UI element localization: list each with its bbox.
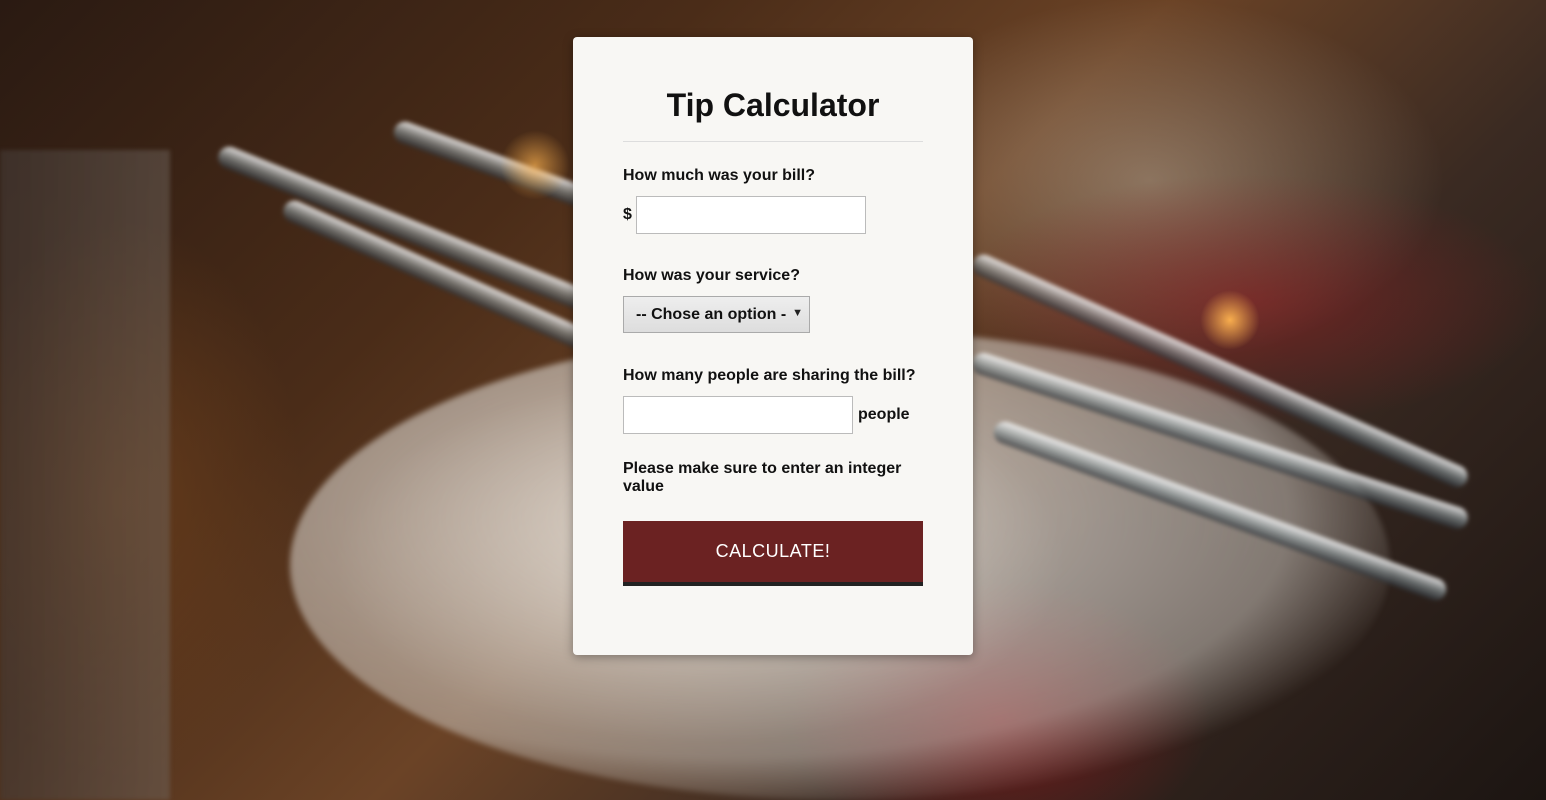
service-select[interactable]: -- Chose an option -- ▼	[623, 296, 810, 333]
table-mat	[0, 150, 170, 800]
people-count-input[interactable]	[623, 396, 853, 434]
people-label: How many people are sharing the bill?	[623, 367, 916, 384]
candle-glow	[500, 130, 570, 200]
candle-glow	[1200, 290, 1260, 350]
people-unit-label: people	[858, 406, 910, 423]
bill-amount-input[interactable]	[635, 196, 866, 234]
integer-warning: Please make sure to enter an integer val…	[623, 460, 902, 495]
service-label: How was your service?	[623, 267, 800, 284]
service-select-value: -- Chose an option --	[636, 305, 786, 323]
chevron-down-icon: ▼	[792, 307, 803, 319]
people-row: people	[623, 396, 923, 434]
bill-label: How much was your bill?	[623, 167, 816, 184]
bill-row: $	[623, 196, 923, 234]
title-divider	[623, 141, 923, 142]
calculate-button[interactable]: CALCULATE!	[623, 521, 923, 586]
tip-calculator-card: Tip Calculator How much was your bill? $…	[573, 37, 973, 655]
page-title: Tip Calculator	[666, 87, 880, 123]
currency-symbol: $	[623, 206, 632, 223]
